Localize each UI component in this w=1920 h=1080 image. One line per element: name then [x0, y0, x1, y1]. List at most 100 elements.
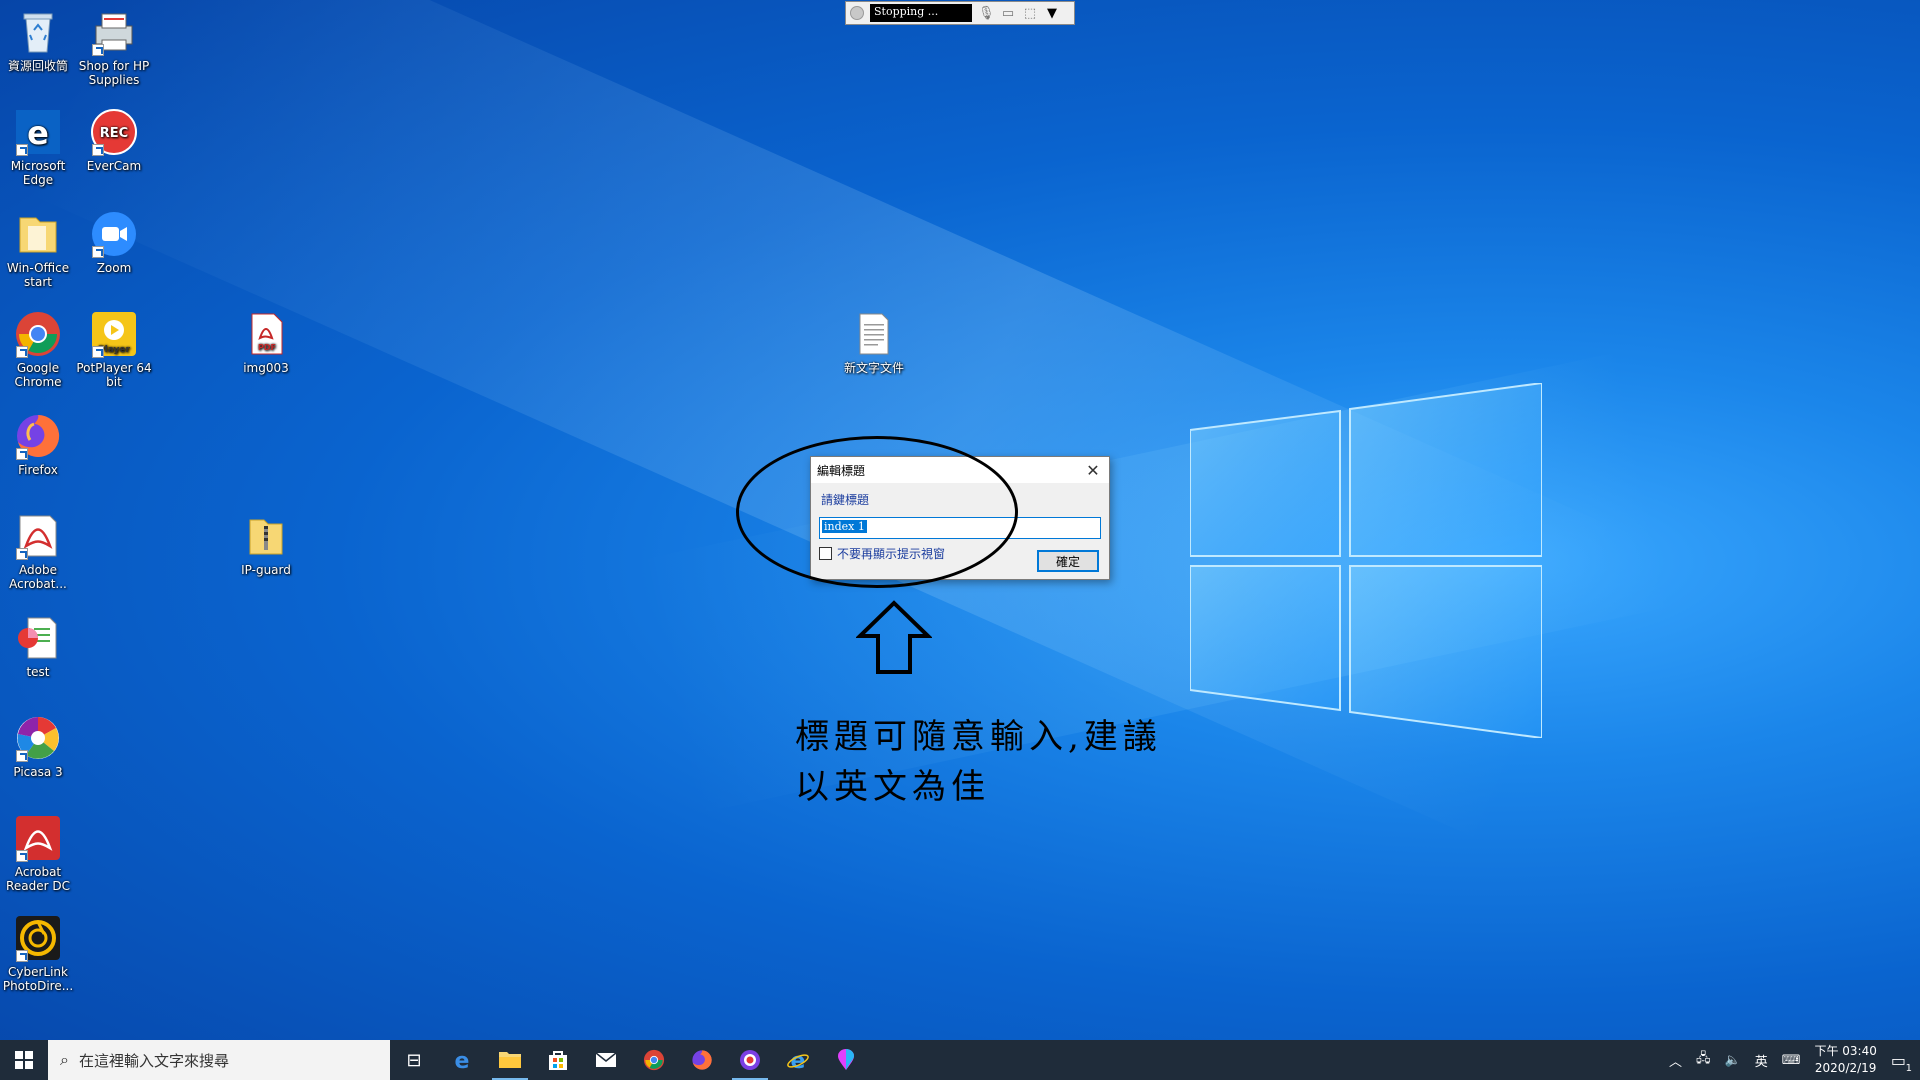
record-button[interactable] [850, 6, 864, 20]
shortcut-arrow-icon [16, 850, 28, 862]
notification-center-icon[interactable]: ▭ 1 [1891, 1051, 1912, 1074]
desktop-icon-adobe-acrobat[interactable]: Adobe Acrobat... [0, 512, 78, 591]
task-view-icon: ⊟ [406, 1049, 422, 1071]
input-method-icon[interactable]: ⌨ [1782, 1053, 1801, 1068]
folder-icon [14, 210, 62, 258]
dropdown-arrow-icon[interactable]: ▼ [1044, 6, 1060, 21]
edge-icon: e [455, 1049, 470, 1072]
desktop-icon-win-office[interactable]: Win-Office start [0, 210, 78, 289]
desktop-icon-evercam[interactable]: REC EverCam [74, 108, 154, 173]
desktop-icon-edge[interactable]: e Microsoft Edge [0, 108, 78, 187]
chrome-icon [643, 1049, 665, 1071]
notification-count: 1 [1905, 1062, 1912, 1074]
document-chart-icon [14, 614, 62, 662]
icon-label: IP-guard [241, 563, 291, 577]
taskbar-recorder-app[interactable] [726, 1040, 774, 1080]
desktop-icon-test[interactable]: test [0, 614, 78, 679]
ime-indicator[interactable]: 英 [1755, 1051, 1768, 1070]
desktop-icon-hp-supplies[interactable]: Shop for HP Supplies [74, 8, 154, 87]
taskbar-firefox[interactable] [678, 1040, 726, 1080]
volume-icon[interactable]: 🔈 [1725, 1053, 1741, 1068]
chrome-icon [14, 310, 62, 358]
cyberlink-photodirector-icon [14, 914, 62, 962]
shortcut-arrow-icon [16, 144, 28, 156]
recorder-toolbar: Stopping ... 🎙 ▭ ⬚ ▼ [845, 1, 1075, 25]
annotation-ellipse [736, 436, 1018, 588]
icon-label: Win-Office start [6, 261, 70, 289]
desktop-icon-img003[interactable]: PDF img003 [226, 310, 306, 375]
evercam-rec-icon: REC [90, 108, 138, 156]
icon-label: Firefox [18, 463, 58, 477]
recorder-status: Stopping ... [870, 4, 972, 22]
chevron-up-icon[interactable]: ︿ [1669, 1051, 1682, 1070]
annotation-text: 標題可隨意輸入,建議 以英文為佳 [795, 712, 1195, 812]
icon-label: EverCam [86, 159, 142, 173]
shortcut-arrow-icon [16, 548, 28, 560]
potplayer-icon: Player [90, 310, 138, 358]
shortcut-arrow-icon [92, 44, 104, 56]
taskbar-store[interactable] [534, 1040, 582, 1080]
firefox-icon [14, 412, 62, 460]
text-file-icon [850, 310, 898, 358]
desktop-icon-firefox[interactable]: Firefox [0, 412, 78, 477]
clock-date: 2020/2/19 [1814, 1061, 1877, 1075]
icon-label: 資源回收筒 [7, 59, 68, 73]
svg-text:e: e [791, 1049, 806, 1072]
microphone-icon[interactable]: 🎙 [978, 6, 995, 21]
adobe-acrobat-icon [14, 512, 62, 560]
ok-button[interactable]: 確定 [1037, 550, 1099, 572]
svg-text:e: e [27, 114, 49, 152]
shortcut-arrow-icon [92, 346, 104, 358]
up-arrow-icon [856, 600, 932, 674]
taskbar-edge[interactable]: e [438, 1040, 486, 1080]
taskbar-file-explorer[interactable] [486, 1040, 534, 1080]
close-icon[interactable]: ✕ [1083, 461, 1103, 480]
svg-text:e: e [455, 1049, 470, 1072]
icon-label: PotPlayer 64 bit [76, 361, 152, 389]
network-icon[interactable]: 🖧 [1696, 1049, 1711, 1071]
annotation-line-2: 以英文為佳 [795, 767, 990, 807]
desktop-icon-new-text-file[interactable]: 新文字文件 [834, 310, 914, 375]
clock-time: 下午 03:40 [1814, 1044, 1877, 1058]
folder-icon [499, 1052, 521, 1068]
taskbar-search-box[interactable]: ⌕ 在這裡輸入文字來搜尋 [48, 1040, 390, 1080]
system-tray: ︿ 🖧 🔈 英 ⌨ 下午 03:40 2020/2/19 ▭ 1 [1669, 1040, 1920, 1080]
desktop-icon-picasa[interactable]: Picasa 3 [0, 714, 78, 779]
firefox-icon [692, 1050, 712, 1070]
picasa-icon [14, 714, 62, 762]
start-button[interactable] [0, 1040, 48, 1080]
icon-label: 新文字文件 [843, 361, 904, 375]
windows-start-icon [15, 1051, 33, 1069]
taskbar-mail[interactable] [582, 1040, 630, 1080]
icon-label: Zoom [96, 261, 132, 275]
shortcut-arrow-icon [92, 144, 104, 156]
pdf-file-icon: PDF [242, 310, 290, 358]
recycle-bin-icon [14, 8, 62, 56]
desktop-icon-recycle-bin[interactable]: 資源回收筒 [0, 8, 78, 73]
desktop-icon-cyberlink[interactable]: CyberLink PhotoDire... [0, 914, 78, 993]
mail-icon [595, 1052, 617, 1067]
region-select-icon[interactable]: ⬚ [1022, 6, 1038, 21]
taskbar-ie[interactable]: e [774, 1040, 822, 1080]
desktop-icon-zoom[interactable]: Zoom [74, 210, 154, 275]
icon-label: Acrobat Reader DC [6, 865, 70, 893]
task-view-button[interactable]: ⊟ [390, 1040, 438, 1080]
search-icon: ⌕ [60, 1050, 69, 1069]
annotation-line-1: 標題可隨意輸入,建議 [795, 717, 1162, 757]
icon-label: Adobe Acrobat... [9, 563, 67, 591]
taskbar-chrome[interactable] [630, 1040, 678, 1080]
icon-label: Picasa 3 [13, 765, 63, 779]
camera-icon[interactable]: ▭ [1000, 6, 1016, 21]
taskbar-pin-app[interactable] [822, 1040, 870, 1080]
zoom-icon [90, 210, 138, 258]
icon-label: Microsoft Edge [10, 159, 66, 187]
icon-label: img003 [243, 361, 289, 375]
clock[interactable]: 下午 03:40 2020/2/19 [1814, 1043, 1876, 1077]
acrobat-reader-icon [14, 814, 62, 862]
desktop-icon-chrome[interactable]: Google Chrome [0, 310, 78, 389]
desktop-icon-acrobat-reader[interactable]: Acrobat Reader DC [0, 814, 78, 893]
desktop-icon-potplayer[interactable]: Player PotPlayer 64 bit [74, 310, 154, 389]
shortcut-arrow-icon [16, 750, 28, 762]
desktop-icon-ip-guard[interactable]: IP-guard [226, 512, 306, 577]
shortcut-arrow-icon [16, 448, 28, 460]
